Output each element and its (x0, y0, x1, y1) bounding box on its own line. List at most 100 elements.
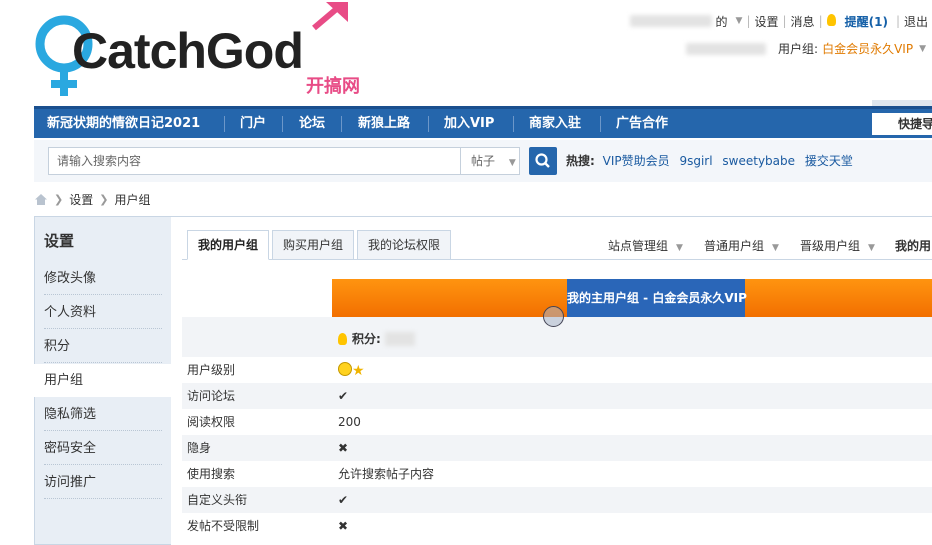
mouse-cursor-indicator (543, 306, 564, 327)
breadcrumb: ❯ 设置 ❯ 用户组 (34, 190, 150, 208)
table-row: 用户级别 ★ (182, 357, 932, 383)
sidebar-item-avatar[interactable]: 修改头像 (44, 262, 162, 295)
logo-male-symbol-icon (312, 2, 348, 31)
permission-label: 使用搜索 (187, 467, 236, 481)
table-row: 访问论坛 ✔ (182, 383, 932, 409)
group-filter-promotion[interactable]: 晋级用户组 ▼ (800, 237, 875, 254)
remind-label: 提醒(1) (844, 14, 888, 29)
permission-label: 访问论坛 (187, 389, 236, 403)
search-input[interactable]: 请输入搜索内容 (48, 147, 460, 175)
usergroup-value[interactable]: 白金会员永久VIP (822, 40, 913, 57)
hot-item[interactable]: 9sgirl (679, 154, 712, 168)
permission-value: 200 (338, 415, 361, 429)
user-info-line: 用户组: 白金会员永久VIP ▼ (686, 40, 926, 57)
tab-my-usergroup[interactable]: 我的用户组 (187, 230, 270, 260)
nav-item-join-vip[interactable]: 加入VIP (444, 109, 494, 138)
search-type-value: 帖子 (471, 154, 496, 168)
permission-value: ★ (338, 357, 365, 384)
nav-item-ads[interactable]: 广告合作 (616, 109, 668, 138)
nav-divider (341, 116, 342, 132)
nav-item-merchants[interactable]: 商家入驻 (529, 109, 581, 138)
logo-text: CatchGod (72, 23, 304, 79)
table-row: 隐身 ✖ (182, 435, 932, 461)
nav-item-diary[interactable]: 新冠状期的情欲日记2021 (47, 109, 200, 138)
home-icon[interactable] (34, 193, 48, 206)
sidebar-title: 设置 (44, 232, 75, 250)
permission-label: 自定义头衔 (187, 493, 248, 507)
table-row: 自定义头衔 ✔ (182, 487, 932, 513)
logo-subtitle: 开搞网 (306, 76, 360, 97)
group-filter-admin[interactable]: 站点管理组 ▼ (608, 237, 683, 254)
group-filter-label: 站点管理组 (608, 239, 669, 253)
search-type-select[interactable]: 帖子 ▼ (460, 147, 520, 175)
check-icon: ✔ (338, 493, 349, 507)
remind-link[interactable]: 提醒(1) (823, 13, 896, 30)
nav-divider (282, 116, 283, 132)
hot-item[interactable]: VIP赞助会员 (603, 154, 670, 168)
permission-value: 允许搜索帖子内容 (338, 467, 435, 481)
settings-link[interactable]: 设置 (750, 13, 782, 30)
settings-sidebar: 设置 修改头像 个人资料 积分 用户组 隐私筛选 密码安全 访问推广 (34, 216, 172, 545)
permission-label: 阅读权限 (187, 415, 236, 429)
sidebar-item-credits[interactable]: 积分 (44, 330, 162, 363)
nav-item-portal[interactable]: 门户 (240, 109, 266, 138)
chevron-right-icon: ❯ (54, 192, 64, 206)
sidebar-item-usergroup[interactable]: 用户组 (44, 364, 162, 397)
tab-buy-usergroup[interactable]: 购买用户组 (272, 230, 355, 260)
hot-searches: 热搜: VIP赞助会员 9sgirl sweetybabe 援交天堂 (566, 152, 859, 169)
star-icon: ★ (352, 363, 365, 379)
table-row: 使用搜索 允许搜索帖子内容 (182, 461, 932, 487)
sidebar-item-promotion[interactable]: 访问推广 (44, 466, 162, 499)
table-row: 发帖不受限制 ✖ (182, 513, 932, 539)
sidebar-item-password[interactable]: 密码安全 (44, 432, 162, 465)
username-redacted (629, 15, 712, 27)
main-nav: 新冠状期的情欲日记2021 门户 论坛 新狼上路 加入VIP 商家入驻 广告合作… (34, 106, 932, 138)
chevron-down-icon: ▼ (868, 243, 875, 253)
quick-nav-button[interactable]: 快捷导航 (872, 113, 932, 135)
check-icon: ✔ (338, 389, 349, 403)
nav-divider (513, 116, 514, 132)
bulb-icon (338, 332, 347, 345)
permission-label: 隐身 (187, 441, 212, 455)
group-filter-label: 晋级用户组 (800, 239, 861, 253)
score-label: 积分: (352, 332, 381, 346)
hot-item[interactable]: 援交天堂 (805, 154, 853, 168)
permission-label: 用户级别 (187, 363, 236, 377)
nav-item-forum[interactable]: 论坛 (299, 109, 325, 138)
logout-link[interactable]: 退出 (900, 13, 932, 30)
chevron-right-icon: ❯ (99, 192, 109, 206)
table-row: 阅读权限 200 (182, 409, 932, 435)
chevron-down-icon: ▼ (508, 158, 516, 168)
search-icon (535, 153, 550, 168)
score-display: 积分: (338, 330, 415, 347)
bulb-icon (826, 13, 836, 26)
group-filter-normal[interactable]: 普通用户组 ▼ (704, 237, 779, 254)
chevron-down-icon[interactable]: ▼ (732, 16, 747, 26)
username-suffix[interactable]: 的 (712, 13, 732, 30)
sidebar-item-profile[interactable]: 个人资料 (44, 296, 162, 329)
cross-icon: ✖ (338, 519, 349, 533)
usergroup-label: 用户组: (778, 42, 819, 56)
breadcrumb-usergroup: 用户组 (114, 192, 151, 207)
group-filter-mine[interactable]: 我的用 (895, 237, 931, 254)
chevron-down-icon: ▼ (676, 243, 683, 253)
smile-icon (338, 362, 352, 376)
cross-icon: ✖ (338, 441, 349, 455)
redacted-info (686, 42, 767, 55)
site-logo[interactable]: CatchGod 开搞网 (34, 0, 384, 100)
sidebar-item-privacy[interactable]: 隐私筛选 (44, 398, 162, 431)
tab-forum-permissions[interactable]: 我的论坛权限 (357, 230, 452, 260)
nav-divider (600, 116, 601, 132)
chevron-down-icon: ▼ (772, 243, 779, 253)
nav-divider (428, 116, 429, 132)
hot-item[interactable]: sweetybabe (722, 154, 795, 168)
search-button[interactable] (529, 147, 557, 175)
user-toolbar: 的 ▼ | 设置 | 消息 | 提醒(1) | 退出 (629, 12, 932, 30)
score-value-redacted (384, 331, 415, 346)
permission-label: 发帖不受限制 (187, 519, 260, 533)
breadcrumb-settings[interactable]: 设置 (69, 191, 93, 208)
messages-link[interactable]: 消息 (787, 13, 819, 30)
group-filter-label: 普通用户组 (704, 239, 765, 253)
chevron-down-icon[interactable]: ▼ (919, 44, 926, 54)
nav-item-newbie[interactable]: 新狼上路 (358, 109, 410, 138)
